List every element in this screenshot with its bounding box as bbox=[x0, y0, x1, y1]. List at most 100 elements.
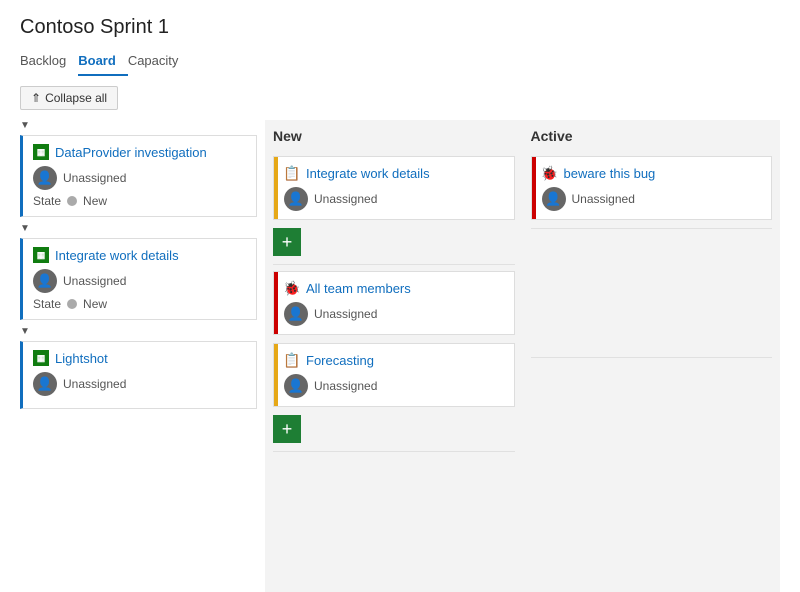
avatar-card-2: 👤 bbox=[284, 302, 308, 326]
collapse-lane-1-icon[interactable]: ▼ bbox=[20, 120, 30, 131]
lane2-new-cards: 🐞 All team members 👤 Unassigned bbox=[273, 271, 515, 443]
swim-lane-1-header: ▼ bbox=[20, 120, 257, 131]
left-card-1-title: ▦ DataProvider investigation bbox=[33, 144, 246, 160]
page-title: Contoso Sprint 1 bbox=[20, 16, 780, 39]
add-card-lane2-button[interactable]: + bbox=[273, 415, 301, 443]
avatar-card-3: 👤 bbox=[284, 374, 308, 398]
board-card-allteam[interactable]: 🐞 All team members 👤 Unassigned bbox=[273, 271, 515, 335]
lane1-new-cards: 📋 Integrate work details 👤 Unassigned + bbox=[273, 156, 515, 256]
board-card-integrate-user-label: Unassigned bbox=[314, 192, 377, 206]
tab-backlog[interactable]: Backlog bbox=[20, 49, 78, 76]
collapse-all-label: Collapse all bbox=[45, 91, 107, 105]
left-card-3-user: 👤 Unassigned bbox=[33, 372, 246, 396]
board-card-forecasting-title-text: Forecasting bbox=[306, 353, 374, 368]
board-card-forecasting-user: 👤 Unassigned bbox=[284, 374, 504, 398]
column-active-header: Active bbox=[531, 128, 773, 148]
board-card-bug-user-label: Unassigned bbox=[572, 192, 635, 206]
board-card-integrate[interactable]: 📋 Integrate work details 👤 Unassigned bbox=[273, 156, 515, 220]
state-dot-2 bbox=[67, 299, 77, 309]
state-value-2: New bbox=[83, 297, 107, 311]
column-new-header: New bbox=[273, 128, 515, 148]
left-card-1-state: State New bbox=[33, 194, 246, 208]
avatar-card-4: 👤 bbox=[542, 187, 566, 211]
left-card-2-title: ▦ Integrate work details bbox=[33, 247, 246, 263]
left-card-3-title: ▦ Lightshot bbox=[33, 350, 246, 366]
page-wrapper: Contoso Sprint 1 Backlog Board Capacity … bbox=[0, 0, 800, 592]
left-card-1: ▦ DataProvider investigation 👤 Unassigne… bbox=[20, 135, 257, 217]
person-icon-2: 👤 bbox=[37, 273, 53, 289]
nav-tabs: Backlog Board Capacity bbox=[20, 49, 780, 76]
tab-board[interactable]: Board bbox=[78, 49, 128, 76]
toolbar: ⇑ Collapse all bbox=[20, 86, 780, 110]
card-bar-yellow-2 bbox=[274, 344, 278, 406]
lane1-active-cards: 🐞 beware this bug 👤 Unassigned bbox=[531, 156, 773, 220]
person-icon-card-2: 👤 bbox=[288, 306, 304, 322]
left-card-2-user: 👤 Unassigned bbox=[33, 269, 246, 293]
state-value-1: New bbox=[83, 194, 107, 208]
left-card-3-user-label: Unassigned bbox=[63, 377, 126, 391]
left-card-3: ▦ Lightshot 👤 Unassigned bbox=[20, 341, 257, 409]
swim-lane-2-header: ▼ bbox=[20, 223, 257, 234]
swim-lane-1: ▼ ▦ DataProvider investigation 👤 Unassig… bbox=[20, 120, 257, 217]
board-card-forecasting-user-label: Unassigned bbox=[314, 379, 377, 393]
add-card-lane1-button[interactable]: + bbox=[273, 228, 301, 256]
column-new: New 📋 Integrate work details 👤 bbox=[265, 120, 523, 592]
left-card-2: ▦ Integrate work details 👤 Unassigned St… bbox=[20, 238, 257, 320]
card-bar-red-2 bbox=[532, 157, 536, 219]
left-panel: ▼ ▦ DataProvider investigation 👤 Unassig… bbox=[20, 120, 265, 592]
board-card-bug-user: 👤 Unassigned bbox=[542, 187, 762, 211]
tab-capacity[interactable]: Capacity bbox=[128, 49, 191, 76]
board-card-allteam-title-text: All team members bbox=[306, 281, 411, 296]
person-icon-card-3: 👤 bbox=[288, 378, 304, 394]
task-icon-2: ▦ bbox=[33, 247, 49, 263]
board-card-forecasting-title: 📋 Forecasting bbox=[284, 352, 504, 368]
bug-icon-2: 🐞 bbox=[542, 165, 558, 181]
left-card-2-title-text: Integrate work details bbox=[55, 248, 179, 263]
card-bar-red-1 bbox=[274, 272, 278, 334]
state-label-1: State bbox=[33, 194, 61, 208]
avatar-card-1: 👤 bbox=[284, 187, 308, 211]
bug-icon-1: 🐞 bbox=[284, 280, 300, 296]
active-divider-1 bbox=[531, 228, 773, 229]
person-icon-1: 👤 bbox=[37, 170, 53, 186]
state-label-2: State bbox=[33, 297, 61, 311]
state-dot-1 bbox=[67, 196, 77, 206]
task-icon-1: ▦ bbox=[33, 144, 49, 160]
story-icon-2: 📋 bbox=[284, 352, 300, 368]
left-card-1-title-text: DataProvider investigation bbox=[55, 145, 207, 160]
board-columns: New 📋 Integrate work details 👤 bbox=[265, 120, 780, 592]
board-card-integrate-title-text: Integrate work details bbox=[306, 166, 430, 181]
board-card-allteam-user: 👤 Unassigned bbox=[284, 302, 504, 326]
lane3-new-cards bbox=[273, 458, 515, 508]
person-icon-3: 👤 bbox=[37, 376, 53, 392]
lane-divider-2 bbox=[273, 451, 515, 452]
board-card-integrate-title: 📋 Integrate work details bbox=[284, 165, 504, 181]
person-icon-card-4: 👤 bbox=[545, 191, 561, 207]
swim-lane-3: ▼ ▦ Lightshot 👤 Unassigned bbox=[20, 326, 257, 409]
story-icon-1: 📋 bbox=[284, 165, 300, 181]
board-area: ▼ ▦ DataProvider investigation 👤 Unassig… bbox=[20, 120, 780, 592]
board-card-integrate-user: 👤 Unassigned bbox=[284, 187, 504, 211]
collapse-lane-2-icon[interactable]: ▼ bbox=[20, 223, 30, 234]
avatar-3: 👤 bbox=[33, 372, 57, 396]
board-card-allteam-user-label: Unassigned bbox=[314, 307, 377, 321]
left-card-2-state: State New bbox=[33, 297, 246, 311]
lane3-active-cards bbox=[531, 364, 773, 414]
collapse-lane-3-icon[interactable]: ▼ bbox=[20, 326, 30, 337]
left-card-3-title-text: Lightshot bbox=[55, 351, 108, 366]
collapse-all-button[interactable]: ⇑ Collapse all bbox=[20, 86, 118, 110]
avatar-1: 👤 bbox=[33, 166, 57, 190]
left-card-1-user: 👤 Unassigned bbox=[33, 166, 246, 190]
active-divider-2 bbox=[531, 357, 773, 358]
board-card-bug-title: 🐞 beware this bug bbox=[542, 165, 762, 181]
board-card-bug[interactable]: 🐞 beware this bug 👤 Unassigned bbox=[531, 156, 773, 220]
task-icon-3: ▦ bbox=[33, 350, 49, 366]
collapse-arrow-icon: ⇑ bbox=[31, 91, 41, 105]
column-active: Active 🐞 beware this bug 👤 U bbox=[523, 120, 781, 592]
card-bar-yellow-1 bbox=[274, 157, 278, 219]
board-card-bug-title-text: beware this bug bbox=[564, 166, 656, 181]
board-card-forecasting[interactable]: 📋 Forecasting 👤 Unassigned bbox=[273, 343, 515, 407]
avatar-2: 👤 bbox=[33, 269, 57, 293]
swim-lane-2: ▼ ▦ Integrate work details 👤 Unassigned bbox=[20, 223, 257, 320]
person-icon-card-1: 👤 bbox=[288, 191, 304, 207]
